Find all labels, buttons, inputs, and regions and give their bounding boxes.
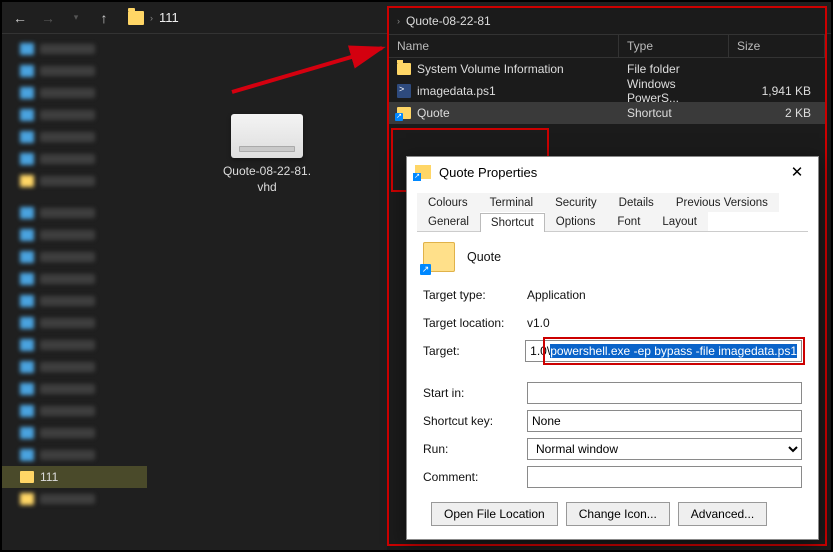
sidebar-item[interactable] [2, 290, 147, 312]
file-type: Windows PowerS... [619, 77, 729, 105]
breadcrumb-text: Quote-08-22-81 [406, 14, 491, 28]
sidebar-item[interactable] [2, 444, 147, 466]
target-input[interactable]: 1.0\powershell.exe -ep bypass -file imag… [525, 340, 802, 362]
tab-details[interactable]: Details [608, 193, 665, 212]
tab-previous[interactable]: Previous Versions [665, 193, 779, 212]
sidebar-item[interactable] [2, 246, 147, 268]
sidebar-item[interactable] [2, 378, 147, 400]
target-input-wrap: 1.0\powershell.exe -ep bypass -file imag… [525, 340, 802, 362]
tab-options[interactable]: Options [545, 212, 607, 231]
sidebar-item[interactable] [2, 202, 147, 224]
close-button[interactable]: ✕ [784, 163, 810, 181]
sidebar-item-label: 111 [40, 470, 58, 484]
sidebar-item[interactable] [2, 334, 147, 356]
address-folder-name: 111 [159, 10, 179, 25]
target-highlighted-text: powershell.exe -ep bypass -file imagedat… [550, 344, 797, 358]
forward-button[interactable]: → [36, 6, 60, 30]
file-name: imagedata.ps1 [417, 84, 496, 98]
sidebar-item[interactable] [2, 488, 147, 510]
sidebar-item[interactable] [2, 224, 147, 246]
address-bar[interactable]: › 111 [128, 10, 179, 25]
folder-icon [128, 11, 144, 25]
column-headers[interactable]: Name Type Size [389, 34, 825, 58]
startin-label: Start in: [423, 386, 519, 400]
folder-icon [397, 63, 411, 75]
properties-dialog: Quote Properties ✕ Colours Terminal Secu… [406, 156, 819, 540]
dialog-title: Quote Properties [439, 165, 784, 180]
startin-input[interactable] [527, 382, 802, 404]
shortcutkey-label: Shortcut key: [423, 414, 519, 428]
target-prefix: 1.0\ [530, 344, 550, 358]
sidebar-item[interactable] [2, 422, 147, 444]
sidebar-item[interactable] [2, 268, 147, 290]
file-item-vhd[interactable]: Quote-08-22-81. vhd [207, 114, 327, 195]
file-row-selected[interactable]: Quote Shortcut 2 KB [389, 102, 825, 124]
target-location-label: Target location: [423, 316, 519, 330]
tab-shortcut[interactable]: Shortcut [480, 213, 545, 232]
chevron-right-icon: › [150, 13, 153, 23]
shortcut-large-icon [423, 242, 455, 272]
file-size: 2 KB [729, 106, 825, 120]
sidebar-item[interactable] [2, 148, 147, 170]
target-type-label: Target type: [423, 288, 519, 302]
comment-input[interactable] [527, 466, 802, 488]
sidebar-item-current[interactable]: 111 [2, 466, 147, 488]
back-button[interactable]: ← [8, 6, 32, 30]
nav-sidebar: 111 [2, 34, 147, 550]
change-icon-button[interactable]: Change Icon... [566, 502, 670, 526]
col-name[interactable]: Name [389, 35, 619, 57]
advanced-button[interactable]: Advanced... [678, 502, 767, 526]
file-row[interactable]: System Volume Information File folder [389, 58, 825, 80]
file-size: 1,941 KB [729, 84, 825, 98]
shortcutkey-input[interactable] [527, 410, 802, 432]
folder-icon [20, 471, 34, 483]
open-file-location-button[interactable]: Open File Location [431, 502, 558, 526]
sidebar-item[interactable] [2, 82, 147, 104]
recent-dropdown[interactable]: ▾ [64, 6, 88, 30]
target-label: Target: [423, 344, 517, 358]
item-name: Quote [467, 250, 501, 264]
shortcut-icon [415, 165, 431, 179]
tab-terminal[interactable]: Terminal [479, 193, 544, 212]
drive-icon [231, 114, 303, 158]
target-type-value: Application [527, 288, 586, 302]
file-name: System Volume Information [417, 62, 564, 76]
file-row[interactable]: imagedata.ps1 Windows PowerS... 1,941 KB [389, 80, 825, 102]
sidebar-item[interactable] [2, 312, 147, 334]
address-bar[interactable]: › Quote-08-22-81 [389, 8, 825, 34]
tab-layout[interactable]: Layout [651, 212, 708, 231]
comment-label: Comment: [423, 470, 519, 484]
shortcut-icon [397, 107, 411, 119]
file-type: Shortcut [619, 106, 729, 120]
button-row: Open File Location Change Icon... Advanc… [423, 494, 802, 526]
file-name-line1: Quote-08-22-81. [223, 164, 311, 178]
sidebar-item[interactable] [2, 170, 147, 192]
tabs: Colours Terminal Security Details Previo… [417, 193, 808, 232]
file-type: File folder [619, 62, 729, 76]
shortcut-panel: Quote Target type: Application Target lo… [417, 232, 808, 531]
sidebar-item[interactable] [2, 60, 147, 82]
tab-colours[interactable]: Colours [417, 193, 479, 212]
dialog-titlebar[interactable]: Quote Properties ✕ [407, 157, 818, 187]
file-name-line2: vhd [257, 180, 276, 194]
run-select[interactable]: Normal window [527, 438, 802, 460]
sidebar-item[interactable] [2, 104, 147, 126]
sidebar-item[interactable] [2, 356, 147, 378]
tab-font[interactable]: Font [606, 212, 651, 231]
tab-general[interactable]: General [417, 212, 480, 231]
sidebar-item[interactable] [2, 400, 147, 422]
chevron-right-icon: › [397, 16, 400, 26]
file-list-area[interactable]: Quote-08-22-81. vhd [147, 34, 387, 550]
tab-security[interactable]: Security [544, 193, 608, 212]
target-location-value: v1.0 [527, 316, 550, 330]
powershell-icon [397, 84, 411, 98]
sidebar-item[interactable] [2, 38, 147, 60]
run-label: Run: [423, 442, 519, 456]
file-name: Quote [417, 106, 450, 120]
up-button[interactable]: ↑ [92, 6, 116, 30]
col-size[interactable]: Size [729, 35, 825, 57]
sidebar-item[interactable] [2, 126, 147, 148]
col-type[interactable]: Type [619, 35, 729, 57]
